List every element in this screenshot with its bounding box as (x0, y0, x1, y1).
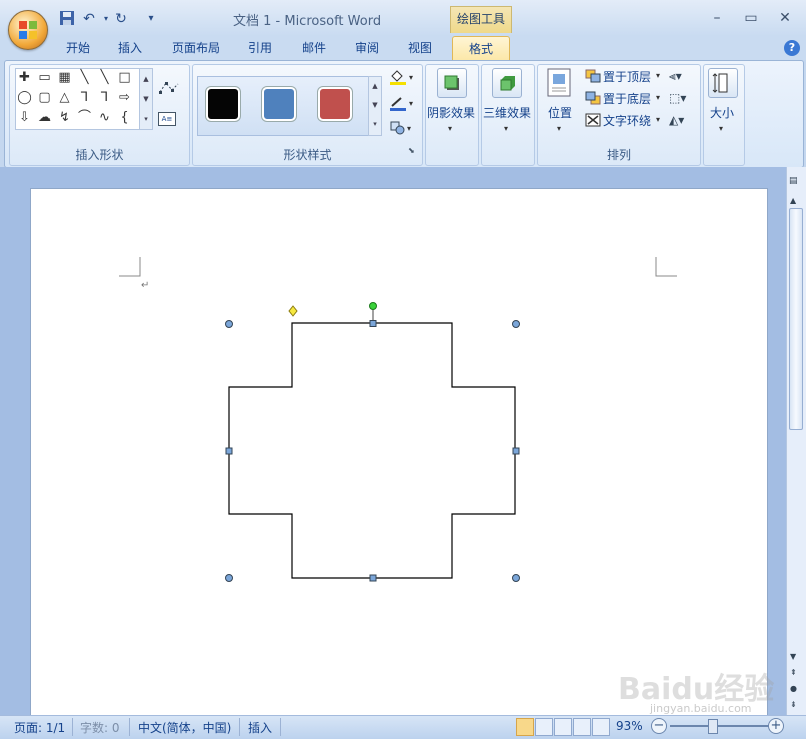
office-button[interactable] (8, 10, 48, 50)
resize-handle-left[interactable] (225, 447, 233, 455)
resize-handle-bottom-left[interactable] (225, 574, 233, 582)
office-logo-icon (19, 21, 37, 39)
rotation-handle[interactable] (369, 302, 377, 310)
scroll-down-icon[interactable]: ▼ (790, 652, 796, 661)
adjustment-handle[interactable] (288, 305, 298, 317)
previous-page-icon[interactable]: ⇞ (790, 668, 797, 677)
status-divider (129, 718, 130, 736)
resize-handle-top[interactable] (369, 320, 377, 327)
language[interactable]: 中文(简体，中国) (138, 719, 231, 736)
status-divider (239, 718, 240, 736)
status-divider (72, 718, 73, 736)
insert-mode[interactable]: 插入 (248, 719, 272, 736)
full-screen-reading-view-icon[interactable] (535, 718, 553, 736)
ruler-toggle-icon[interactable]: ▤ (789, 176, 798, 186)
print-layout-view-icon[interactable] (516, 718, 534, 736)
page-canvas (119, 257, 677, 582)
margin-corner-top-right (655, 257, 677, 277)
browse-object-icon[interactable]: ● (790, 684, 797, 693)
resize-handle-right[interactable] (512, 447, 520, 455)
resize-handle-top-right[interactable] (512, 320, 520, 328)
resize-handle-top-left[interactable] (225, 320, 233, 328)
paragraph-mark: ↵ (141, 280, 150, 291)
cross-shape[interactable] (228, 322, 516, 579)
zoom-level[interactable]: 93% (616, 719, 643, 733)
zoom-slider[interactable] (670, 725, 770, 727)
resize-handle-bottom-right[interactable] (512, 574, 520, 582)
page-count[interactable]: 页面: 1/1 (14, 719, 65, 736)
zoom-out-button[interactable]: − (651, 718, 667, 734)
outline-view-icon[interactable] (573, 718, 591, 736)
margin-corner-top-left (119, 257, 141, 277)
resize-handle-bottom[interactable] (369, 574, 377, 582)
web-layout-view-icon[interactable] (554, 718, 572, 736)
next-page-icon[interactable]: ⇟ (790, 700, 797, 709)
status-bar (0, 715, 806, 739)
word-count[interactable]: 字数: 0 (80, 719, 120, 736)
scroll-thumb[interactable] (789, 208, 803, 430)
watermark-url: jingyan.baidu.com (650, 702, 752, 715)
status-divider (280, 718, 281, 736)
zoom-in-button[interactable]: + (768, 718, 784, 734)
scroll-up-icon[interactable]: ▲ (790, 196, 796, 205)
zoom-slider-thumb[interactable] (708, 719, 718, 734)
draft-view-icon[interactable] (592, 718, 610, 736)
